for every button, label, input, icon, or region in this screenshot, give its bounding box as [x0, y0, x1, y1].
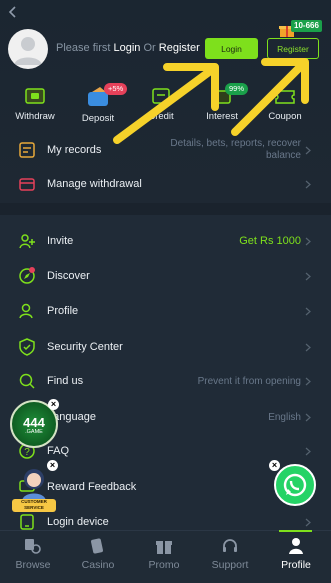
register-link[interactable]: Register: [159, 42, 200, 54]
login-prompt-text: Please first: [56, 42, 111, 54]
reward-feedback-label: Reward Feedback: [47, 481, 137, 493]
cs-label-line2: SERVICE: [24, 505, 44, 510]
whatsapp-button[interactable]: [274, 464, 316, 506]
invite-reward: Get Rs 1000: [239, 235, 301, 247]
close-logo-icon[interactable]: ×: [48, 399, 59, 410]
browse-icon: [25, 539, 41, 554]
menu-discover[interactable]: Discover: [0, 260, 331, 292]
close-cs-icon[interactable]: ×: [47, 460, 58, 471]
login-button[interactable]: Login: [205, 38, 258, 59]
language-value: English: [268, 411, 301, 423]
quick-deposit-label: Deposit: [81, 113, 115, 124]
manage-withdrawal-label: Manage withdrawal: [47, 178, 142, 190]
nav-support[interactable]: Support: [200, 537, 260, 571]
whatsapp-icon: [283, 473, 307, 497]
credit-icon: [152, 88, 170, 104]
withdraw-icon: [25, 88, 45, 104]
register-button[interactable]: Register: [267, 38, 319, 59]
login-prompt: Please first Login Or Register: [56, 42, 200, 54]
cards-icon: [91, 538, 103, 554]
quick-actions: Withdraw +5% Deposit Credit 99% Interest: [0, 83, 331, 126]
bottom-navigation: Browse Casino Promo Support Profile: [0, 530, 331, 583]
quick-withdraw-label: Withdraw: [15, 111, 55, 122]
agent-avatar-icon: [22, 469, 46, 501]
profile-icon: [19, 303, 33, 319]
active-tab-indicator: [279, 530, 312, 532]
nav-browse[interactable]: Browse: [3, 537, 63, 571]
quick-deposit[interactable]: +5% Deposit: [68, 83, 128, 124]
chevron-right-icon: [305, 343, 311, 351]
menu-my-records[interactable]: My records Details, bets, reports, recov…: [0, 134, 331, 166]
nav-profile-label: Profile: [281, 559, 311, 571]
back-arrow-icon[interactable]: [6, 5, 20, 19]
svg-text:?: ?: [24, 447, 30, 458]
menu-security-center[interactable]: Security Center: [0, 331, 331, 363]
cs-label-line1: CUSTOMER: [21, 499, 47, 504]
chevron-right-icon: [305, 146, 311, 154]
chevron-right-icon: [305, 518, 311, 526]
headset-icon: [223, 539, 237, 552]
security-center-label: Security Center: [47, 341, 123, 353]
account-header: Please first Login Or Register Login Reg…: [0, 0, 331, 203]
profile-label: Profile: [47, 305, 79, 317]
login-device-label: Login device: [47, 516, 109, 528]
quick-coupon-label: Coupon: [268, 111, 302, 122]
menu-invite[interactable]: Invite Get Rs 1000: [0, 225, 331, 257]
menu-find-us[interactable]: Find us Prevent it from opening: [0, 365, 331, 397]
quick-coupon[interactable]: Coupon: [255, 86, 315, 122]
deposit-badge: +5%: [104, 83, 128, 95]
login-link[interactable]: Login: [113, 42, 140, 54]
chevron-right-icon: [305, 413, 311, 421]
find-us-hint: Prevent it from opening: [197, 375, 301, 387]
chevron-right-icon: [305, 307, 311, 315]
nav-casino-label: Casino: [81, 559, 115, 571]
nav-profile[interactable]: Profile: [266, 537, 326, 571]
section-divider: [0, 203, 331, 215]
avatar[interactable]: [8, 29, 48, 69]
quick-credit[interactable]: Credit: [131, 86, 191, 122]
gift-box-icon: [156, 541, 172, 554]
shield-icon: [19, 338, 35, 356]
chevron-right-icon: [305, 272, 311, 280]
find-us-icon: [19, 373, 35, 389]
or-text: Or: [143, 42, 156, 54]
floating-logo-subtext: .GAME: [25, 429, 43, 435]
quick-withdraw[interactable]: Withdraw: [5, 86, 65, 122]
chevron-right-icon: [305, 447, 311, 455]
coupon-icon: [275, 90, 295, 104]
nav-promo[interactable]: Promo: [134, 537, 194, 571]
quick-interest-label: Interest: [206, 111, 238, 122]
discover-label: Discover: [47, 270, 90, 282]
floating-logo-text: 444: [23, 415, 45, 430]
quick-interest[interactable]: 99% Interest: [192, 83, 252, 122]
nav-browse-label: Browse: [15, 559, 51, 571]
nav-casino[interactable]: Casino: [68, 537, 128, 571]
chevron-right-icon: [305, 377, 311, 385]
menu-manage-withdrawal[interactable]: Manage withdrawal: [0, 168, 331, 200]
quick-credit-label: Credit: [148, 111, 174, 122]
nav-promo-label: Promo: [148, 559, 180, 571]
discover-icon: [19, 267, 35, 284]
invite-label: Invite: [47, 235, 74, 247]
my-records-label: My records: [47, 144, 102, 156]
close-whatsapp-icon[interactable]: ×: [269, 460, 280, 471]
records-icon: [19, 142, 35, 158]
invite-icon: [19, 234, 35, 249]
chevron-right-icon: [305, 180, 311, 188]
nav-support-label: Support: [211, 559, 249, 571]
device-icon: [20, 514, 34, 530]
register-bonus-badge: 10-666: [291, 20, 322, 32]
find-us-label: Find us: [47, 375, 84, 387]
my-records-hint: Details, bets, reports, recover balance: [170, 138, 301, 161]
menu-profile[interactable]: Profile: [0, 295, 331, 327]
user-silhouette-icon: [14, 37, 42, 65]
customer-service-widget[interactable]: CUSTOMER SERVICE: [12, 465, 56, 513]
withdrawal-manage-icon: [19, 178, 35, 191]
customer-service-label: CUSTOMER SERVICE: [12, 499, 56, 512]
interest-badge: 99%: [225, 83, 249, 95]
chevron-right-icon: [305, 237, 311, 245]
faq-label: FAQ: [47, 445, 70, 457]
person-icon: [289, 538, 303, 554]
